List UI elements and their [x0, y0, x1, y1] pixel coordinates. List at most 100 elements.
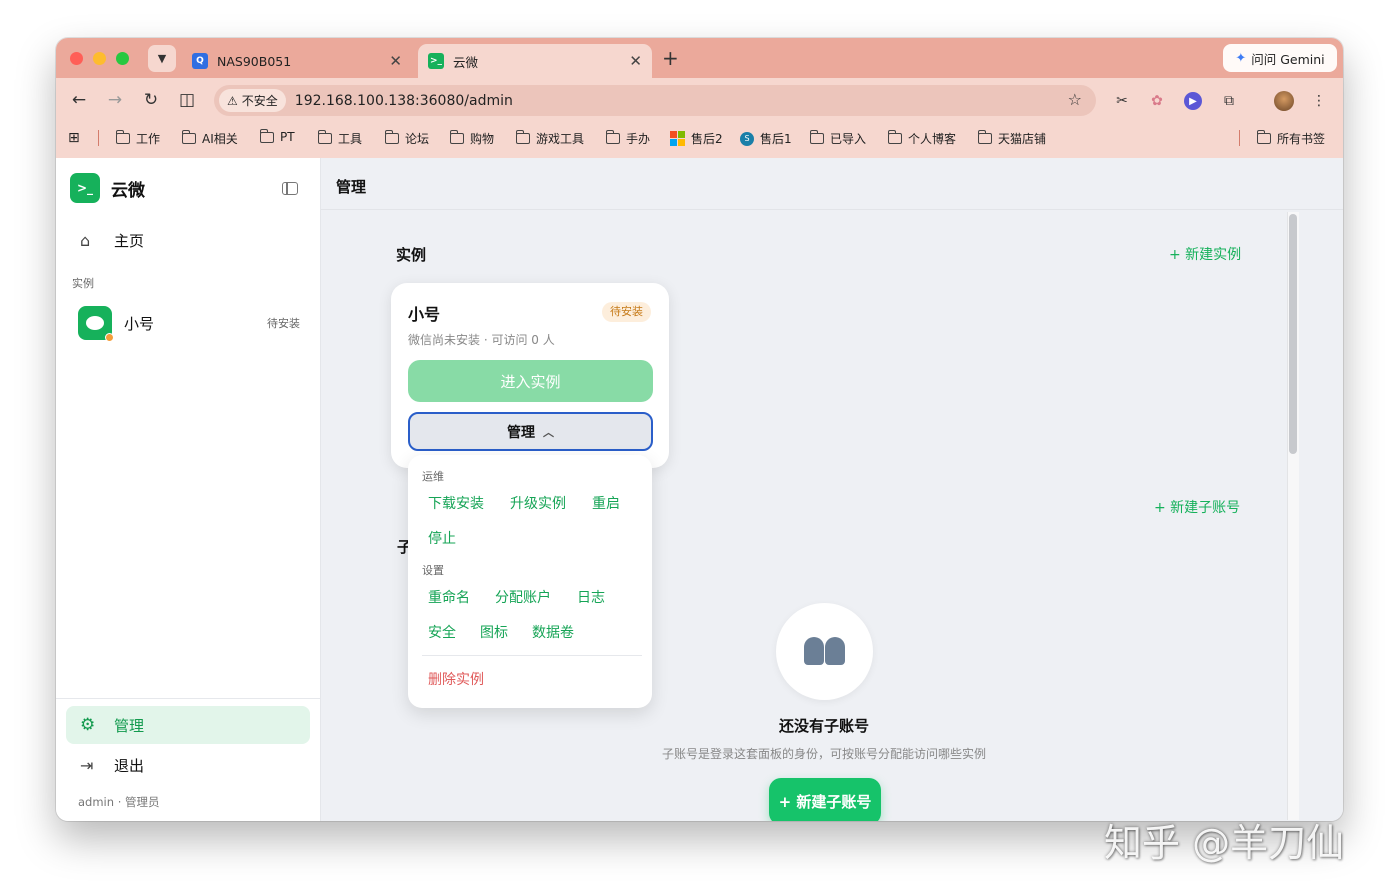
profile-avatar[interactable]	[1274, 91, 1294, 111]
folder-icon	[260, 128, 274, 143]
menu-item-security[interactable]: 安全	[428, 622, 456, 642]
empty-state-title: 还没有子账号	[778, 717, 869, 735]
menu-item-delete-instance[interactable]: 删除实例	[428, 669, 484, 689]
bookmark-folder[interactable]: 游戏工具	[516, 130, 584, 147]
sidebar-item-home[interactable]: ⌂ 主页	[66, 222, 310, 258]
menu-item-download-install[interactable]: 下载安装	[428, 493, 484, 513]
flower-extension-icon[interactable]: ✿	[1148, 92, 1166, 110]
extensions-puzzle-icon[interactable]: ⧉	[1220, 92, 1238, 110]
instance-status: 待安装	[267, 317, 300, 330]
close-tab-icon[interactable]: ✕	[389, 52, 402, 70]
bookmarks-bar: ⊞ 工作 AI相关 PT 工具 论坛 购物 游戏工具 手办 售后2 S 售后1 已…	[56, 124, 1343, 152]
sidebar-divider	[56, 698, 320, 699]
warning-icon: ⚠	[227, 93, 238, 108]
bookmark-label: 论坛	[405, 132, 430, 146]
microsoft-logo-icon	[670, 131, 685, 146]
bookmark-folder[interactable]: PT	[260, 128, 295, 144]
folder-icon	[116, 130, 130, 144]
scrollbar[interactable]	[1289, 214, 1297, 454]
menu-item-assign-accounts[interactable]: 分配账户	[495, 587, 551, 607]
folder-icon	[888, 130, 902, 144]
folder-icon	[810, 130, 824, 144]
reload-icon[interactable]: ↻	[140, 90, 162, 110]
new-tab-button[interactable]: +	[662, 46, 679, 70]
apps-grid-icon[interactable]: ⊞	[68, 130, 80, 146]
address-bar[interactable]: ⚠ 不安全 192.168.100.138:36080/admin ☆	[214, 85, 1096, 116]
main-content: 管理 实例 + 新建实例 小号 待安装 微信尚未安装 · 可访问 0 人 进入实…	[321, 158, 1343, 821]
security-chip[interactable]: ⚠ 不安全	[219, 89, 286, 112]
sharepoint-logo-icon: S	[740, 131, 754, 146]
chevron-up-icon: ︿	[543, 425, 554, 439]
menu-item-icon[interactable]: 图标	[480, 622, 508, 642]
sidebar-item-manage[interactable]: ⚙ 管理	[66, 706, 310, 744]
tab-strip: ▼ Q NAS90B051 ✕ >_ 云微 ✕ + ✦ 问问 Gemini	[56, 38, 1343, 78]
wechat-instance-icon	[78, 306, 114, 342]
new-subaccount-link[interactable]: + 新建子账号	[1154, 497, 1240, 517]
empty-state-description: 子账号是登录这套面板的身份，可按账号分配能访问哪些实例	[661, 747, 986, 761]
bookmark-label: 工具	[338, 132, 363, 146]
forward-icon[interactable]: →	[104, 90, 126, 110]
sidebar-section-label: 实例	[72, 277, 94, 290]
enter-instance-button[interactable]: 进入实例	[408, 360, 653, 402]
browser-chrome: ▼ Q NAS90B051 ✕ >_ 云微 ✕ + ✦ 问问 Gemini ← …	[56, 38, 1343, 158]
status-dot	[105, 333, 114, 342]
split-view-icon[interactable]: ◫	[176, 90, 198, 110]
menu-item-restart[interactable]: 重启	[592, 493, 620, 513]
gemini-button[interactable]: ✦ 问问 Gemini	[1223, 44, 1337, 72]
bookmark-link[interactable]: S 售后1	[740, 130, 792, 147]
status-badge: 待安装	[602, 302, 651, 322]
close-window-button[interactable]	[70, 52, 83, 65]
bookmark-folder[interactable]: 已导入	[810, 130, 866, 147]
folder-icon	[606, 130, 620, 144]
manage-label: 管理	[507, 424, 535, 441]
bookmark-folder[interactable]: 手办	[606, 130, 650, 147]
bookmark-folder[interactable]: 工作	[116, 130, 160, 147]
tab-yunwei[interactable]: >_ 云微 ✕	[418, 44, 652, 78]
instance-card: 小号 待安装 微信尚未安装 · 可访问 0 人 进入实例 管理 ︿	[391, 283, 669, 468]
folder-icon	[182, 130, 196, 144]
sidebar-collapse-icon[interactable]	[282, 182, 298, 195]
bookmark-folder[interactable]: 工具	[318, 130, 362, 147]
bookmark-folder[interactable]: 论坛	[385, 130, 429, 147]
minimize-window-button[interactable]	[93, 52, 106, 65]
bookmark-label: 工作	[136, 132, 161, 146]
security-label: 不安全	[241, 94, 278, 108]
menu-item-upgrade[interactable]: 升级实例	[510, 493, 566, 513]
bookmark-label: 手办	[626, 132, 651, 146]
brand-name: 云微	[111, 180, 145, 201]
bookmark-star-icon[interactable]: ☆	[1068, 90, 1082, 109]
instance-name: 小号	[124, 314, 155, 333]
close-tab-icon[interactable]: ✕	[629, 52, 642, 70]
url-text[interactable]: 192.168.100.138:36080/admin	[295, 93, 513, 109]
maximize-window-button[interactable]	[116, 52, 129, 65]
screenshot-extension-icon[interactable]: ✂	[1113, 92, 1131, 110]
gemini-sparkle-icon: ✦	[1235, 50, 1247, 66]
sidebar-item-logout[interactable]: ⇥ 退出	[66, 746, 310, 784]
manage-dropdown-button[interactable]: 管理 ︿	[408, 412, 653, 451]
menu-item-rename[interactable]: 重命名	[428, 587, 470, 607]
menu-item-logs[interactable]: 日志	[577, 587, 605, 607]
bookmark-folder[interactable]: 个人博客	[888, 130, 956, 147]
menu-item-volumes[interactable]: 数据卷	[532, 622, 574, 642]
new-instance-link[interactable]: + 新建实例	[1169, 244, 1241, 264]
kebab-menu-icon[interactable]: ⋮	[1310, 92, 1328, 110]
back-icon[interactable]: ←	[68, 90, 90, 110]
bookmark-label: 售后1	[760, 132, 792, 146]
all-bookmarks-button[interactable]: 所有书签	[1257, 130, 1325, 147]
manage-dropdown-menu: 运维 下载安装 升级实例 重启 停止 设置 重命名 分配账户 日志 安全 图标 …	[408, 455, 652, 708]
tab-nas[interactable]: Q NAS90B051 ✕	[182, 44, 412, 78]
bookmark-folder[interactable]: 天猫店铺	[978, 130, 1046, 147]
menu-group-label: 设置	[422, 564, 444, 577]
tab-search-button[interactable]: ▼	[148, 45, 176, 72]
media-extension-icon[interactable]: ▶	[1184, 92, 1202, 110]
sidebar: >_ 云微 ⌂ 主页 实例 小号 待安装 ⚙ 管理 ⇥ 退出 admin · 管…	[56, 158, 321, 821]
bookmark-folder[interactable]: AI相关	[182, 130, 238, 147]
bookmark-label: 游戏工具	[536, 132, 585, 146]
bookmark-link[interactable]: 售后2	[670, 130, 723, 147]
sidebar-item-instance[interactable]: 小号 待安装	[66, 302, 310, 344]
new-subaccount-button[interactable]: + 新建子账号	[769, 778, 881, 821]
bookmark-label: 个人博客	[908, 132, 957, 146]
bookmark-label: 已导入	[830, 132, 867, 146]
bookmark-folder[interactable]: 购物	[450, 130, 494, 147]
menu-item-stop[interactable]: 停止	[428, 528, 456, 548]
